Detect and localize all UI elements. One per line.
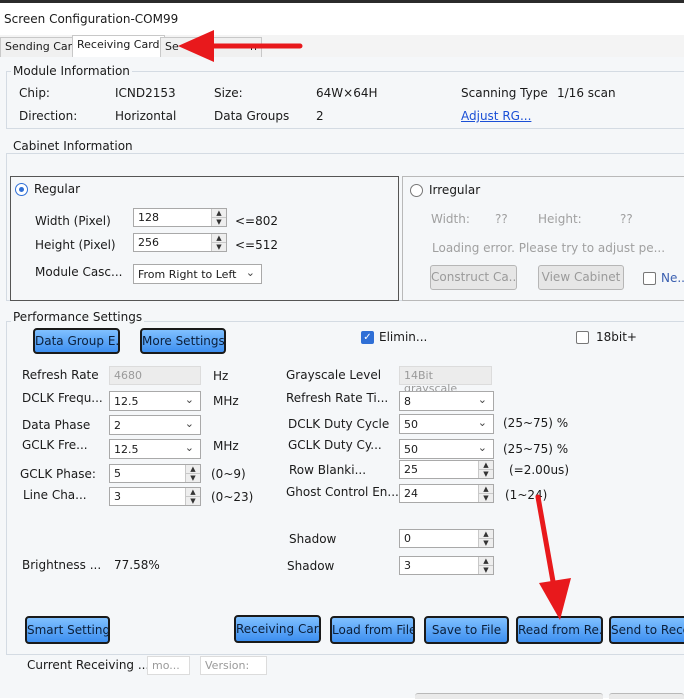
annotation-arrow-read <box>535 494 571 620</box>
annotation-arrows <box>178 30 571 620</box>
annotation-arrow-tab <box>178 30 303 62</box>
